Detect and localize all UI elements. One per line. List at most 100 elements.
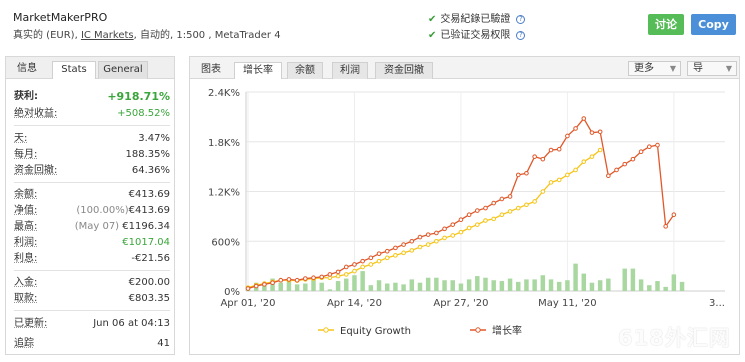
tab-profit[interactable]: 利润	[332, 62, 368, 79]
growth-point[interactable]	[245, 286, 251, 291]
growth-point[interactable]	[507, 194, 513, 199]
equity-growth-point[interactable]	[515, 205, 521, 211]
growth-point[interactable]	[491, 200, 496, 206]
more-dropdown[interactable]: 更多 ▼	[628, 61, 681, 76]
tab-info[interactable]: 信息	[10, 61, 44, 79]
tab-drawdown[interactable]: 资金回撤	[375, 62, 433, 79]
equity-growth-point[interactable]	[425, 242, 431, 247]
broker-link[interactable]: IC Markets	[81, 30, 134, 41]
equity-growth-point[interactable]	[507, 209, 513, 214]
tab-growth[interactable]: 增长率	[234, 62, 282, 79]
copy-button[interactable]: Copy	[691, 14, 736, 35]
growth-point[interactable]	[565, 133, 570, 139]
growth-point[interactable]	[442, 226, 447, 232]
growth-point[interactable]	[368, 255, 374, 261]
growth-point[interactable]	[548, 147, 554, 153]
growth-point[interactable]	[622, 161, 628, 167]
growth-point[interactable]	[425, 232, 431, 237]
growth-point[interactable]	[515, 172, 521, 178]
growth-point[interactable]	[671, 212, 677, 218]
growth-point[interactable]	[556, 146, 562, 152]
growth-point[interactable]	[401, 242, 406, 247]
equity-growth-point[interactable]	[434, 238, 439, 244]
growth-point[interactable]	[286, 277, 292, 282]
growth-point[interactable]	[319, 274, 325, 280]
growth-point[interactable]	[278, 277, 284, 283]
growth-point[interactable]	[376, 251, 382, 256]
growth-point[interactable]	[589, 130, 595, 135]
growth-point[interactable]	[253, 283, 259, 289]
growth-point[interactable]	[540, 156, 546, 162]
equity-growth-point[interactable]	[532, 199, 537, 204]
equity-growth-point[interactable]	[565, 172, 570, 178]
growth-point[interactable]	[466, 212, 472, 218]
equity-growth-point[interactable]	[376, 258, 382, 264]
growth-point[interactable]	[393, 245, 398, 251]
equity-growth-point[interactable]	[442, 235, 447, 241]
legend-label[interactable]: 增长率	[492, 324, 522, 337]
equity-growth-point[interactable]	[352, 268, 357, 274]
growth-point[interactable]	[434, 230, 439, 236]
equity-growth-point[interactable]	[573, 167, 578, 173]
growth-point[interactable]	[360, 258, 365, 264]
tab-general[interactable]: General	[98, 61, 148, 79]
equity-growth-point[interactable]	[417, 244, 423, 250]
growth-chart[interactable]: 0% 600% 1.2K% 1.8K% 2.4K% Apr 01, '20 Apr 14, …	[190, 80, 739, 354]
help-icon[interactable]: ?	[516, 15, 526, 24]
growth-point[interactable]	[475, 208, 480, 213]
equity-growth-point[interactable]	[581, 159, 587, 164]
equity-growth-point[interactable]	[343, 272, 349, 277]
discuss-button[interactable]: 讨论	[648, 14, 684, 35]
growth-point[interactable]	[303, 276, 308, 281]
equity-growth-point[interactable]	[335, 273, 341, 279]
growth-point[interactable]	[532, 154, 537, 159]
growth-point[interactable]	[573, 126, 578, 131]
growth-point[interactable]	[335, 269, 341, 275]
equity-growth-point[interactable]	[393, 253, 398, 258]
growth-point[interactable]	[614, 167, 619, 173]
equity-growth-point[interactable]	[475, 222, 480, 227]
equity-growth-point[interactable]	[466, 225, 472, 231]
growth-point[interactable]	[638, 149, 644, 154]
help-icon[interactable]: ?	[516, 31, 526, 40]
growth-point[interactable]	[262, 282, 267, 287]
equity-growth-point[interactable]	[450, 233, 456, 238]
tab-balance[interactable]: 余额	[287, 62, 323, 79]
equity-growth-point[interactable]	[360, 264, 365, 270]
equity-growth-point[interactable]	[499, 212, 505, 218]
growth-point[interactable]	[450, 222, 456, 227]
growth-point[interactable]	[646, 144, 652, 150]
growth-point[interactable]	[294, 277, 300, 283]
growth-point[interactable]	[606, 173, 611, 179]
growth-point[interactable]	[655, 142, 660, 148]
growth-point[interactable]	[343, 264, 349, 270]
growth-point[interactable]	[483, 205, 488, 211]
equity-growth-point[interactable]	[556, 177, 562, 183]
equity-growth-point[interactable]	[540, 189, 546, 194]
equity-growth-point[interactable]	[409, 248, 415, 253]
growth-point[interactable]	[597, 129, 603, 135]
growth-point[interactable]	[524, 170, 529, 176]
growth-point[interactable]	[311, 275, 316, 281]
equity-growth-point[interactable]	[401, 250, 406, 256]
growth-point[interactable]	[581, 116, 587, 121]
equity-growth-point[interactable]	[597, 147, 603, 153]
growth-point[interactable]	[458, 217, 464, 222]
growth-point[interactable]	[630, 156, 636, 162]
growth-point[interactable]	[327, 272, 333, 277]
legend-label[interactable]: Equity Growth	[340, 326, 411, 337]
growth-point[interactable]	[409, 238, 415, 244]
equity-growth-point[interactable]	[589, 154, 595, 159]
growth-point[interactable]	[270, 280, 275, 286]
growth-point[interactable]	[384, 248, 390, 254]
growth-point[interactable]	[499, 196, 505, 202]
growth-point[interactable]	[417, 234, 423, 240]
growth-point[interactable]	[352, 262, 357, 267]
tab-stats[interactable]: Stats	[52, 61, 96, 79]
equity-growth-point[interactable]	[548, 180, 554, 185]
equity-growth-point[interactable]	[384, 255, 390, 261]
growth-point[interactable]	[663, 224, 668, 229]
equity-growth-point[interactable]	[491, 216, 496, 222]
export-dropdown[interactable]: 导 ▼	[687, 61, 737, 76]
equity-growth-point[interactable]	[368, 262, 374, 267]
